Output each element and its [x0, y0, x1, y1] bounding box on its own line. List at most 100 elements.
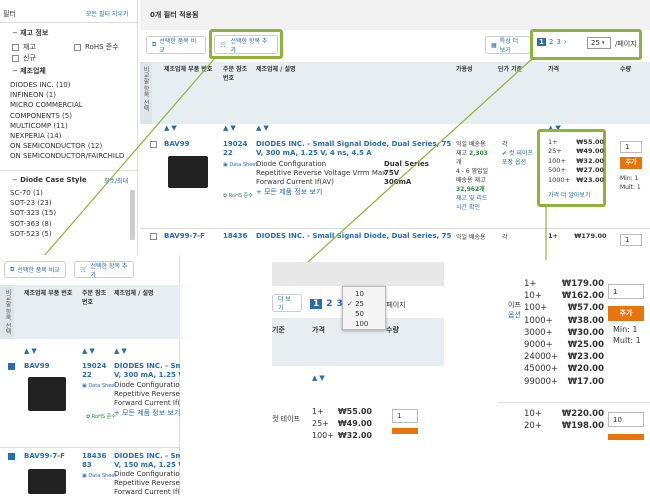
price-break-qty: 24000+ — [524, 352, 559, 363]
price-row: 20+ ₩198.00 — [524, 420, 604, 432]
price-row: 24000+ ₩23.00 — [524, 351, 604, 363]
zoom-panel-right: 이프 옵션 1+ ₩179.00 10+ ₩162.00 100+ ₩57.00 1000+… — [498, 262, 650, 494]
price-break-value: ₩17.00 — [567, 376, 604, 387]
price-row: 1+ ₩55.00 — [312, 406, 372, 418]
product-image[interactable] — [28, 377, 66, 411]
price-break-qty: 1+ — [312, 407, 324, 416]
per-page-dropdown[interactable]: 10 ✓ 25 50 100 — [342, 286, 386, 330]
view-all-info-link[interactable]: + 모든 제품 정보 보기 — [114, 408, 180, 418]
product-specs: Diode ConfigurationRepetitive Reverse Vo… — [114, 381, 180, 407]
page-1[interactable]: 1 — [310, 299, 323, 309]
product-specs: Diode ConfigurationRepetitive Reverse Vo… — [114, 470, 180, 496]
dropdown-option[interactable]: 100 — [347, 319, 385, 329]
price-break-value: ₩20.00 — [567, 364, 604, 375]
row-checkbox[interactable] — [8, 363, 15, 372]
pdf-icon: ▣ — [82, 473, 87, 479]
price-break-qty: 1000+ — [524, 315, 553, 326]
price-break-qty: 100+ — [524, 303, 548, 314]
pdf-icon: ▣ — [82, 383, 87, 389]
price-break-qty: 10+ — [524, 409, 542, 419]
price-row: 99000+ ₩17.00 — [524, 376, 604, 388]
product-image[interactable] — [28, 469, 66, 494]
price-row: 100+ ₩57.00 — [524, 302, 604, 314]
sort-arrows-icon[interactable]: ▲▼ — [114, 347, 129, 355]
price-row: 45000+ ₩20.00 — [524, 363, 604, 375]
price-break-value: ₩30.00 — [567, 327, 604, 338]
price-break-value: ₩32.00 — [337, 431, 372, 440]
product-title-link[interactable]: DIODES INC. - Small Signal Diode, Dual S… — [114, 452, 180, 470]
price-break-value: ₩179.00 — [561, 279, 604, 289]
price-break-value: ₩57.00 — [567, 303, 604, 314]
unit-label: 컷 테이프 — [272, 415, 300, 423]
price-break-value: ₩38.00 — [567, 315, 604, 326]
dropdown-option-selected[interactable]: ✓ 25 — [347, 299, 385, 309]
price-break-value: ₩23.00 — [567, 352, 604, 363]
mfr-part-link[interactable]: BAV99 — [24, 362, 49, 370]
price-break-value: ₩25.00 — [567, 340, 604, 351]
price-break-value: ₩220.00 — [561, 409, 604, 419]
price-break-value: ₩198.00 — [561, 421, 604, 432]
price-breaks: 1+ ₩179.00 10+ ₩162.00 100+ ₩57.00 1000+ ₩38.00… — [524, 278, 604, 388]
price-break-qty: 1+ — [524, 279, 537, 289]
compare-column-header: 비교할 항목 선택 — [4, 289, 11, 335]
datasheet-link[interactable]: ▣ Data Sheet — [82, 383, 116, 389]
price-break-value: ₩49.00 — [337, 419, 372, 428]
zoom-panel-left: ⧉ 선택한 품목 비교 🛒 선택한 항목 추가 비교할 항목 선택 제조업체 부품 … — [0, 255, 180, 496]
price-row: 100+ ₩32.00 — [312, 430, 372, 442]
dropdown-option[interactable]: 10 — [347, 289, 385, 299]
price-row: 3000+ ₩30.00 — [524, 327, 604, 339]
price-row: 10+ ₩220.00 — [524, 408, 604, 420]
mfr-desc-header: 제조업체 / 설명 — [114, 290, 154, 297]
price-breaks: 1+ ₩55.00 25+ ₩49.00 100+ ₩32.00 — [312, 406, 372, 442]
price-break-qty: 99000+ — [524, 376, 559, 387]
compare-button[interactable]: ⧉ 선택한 품목 비교 — [4, 261, 66, 278]
price-break-qty: 45000+ — [524, 364, 559, 375]
row-checkbox[interactable] — [8, 453, 15, 462]
unit-info: 이프 옵션 — [508, 301, 521, 319]
quantity-input[interactable]: 1 — [608, 284, 644, 299]
attributes-view-button[interactable]: 더 보기 — [272, 294, 302, 312]
mfr-part-header: 제조업체 부품 번호 — [24, 290, 73, 297]
add-to-cart-button[interactable]: 추가 — [608, 306, 644, 321]
qty-header: 수량 — [386, 326, 399, 334]
zoom-panel-middle: 더 보기 1 2 3 › /페이지 기준 가격 수량 ▲▼ 컷 테이프 1+₩5… — [272, 262, 444, 494]
product-title-link[interactable]: DIODES INC. - Small Signal Diode, Dual S… — [114, 362, 180, 380]
price-row: 25+ ₩49.00 — [312, 418, 372, 430]
price-break-qty: 25+ — [312, 419, 329, 428]
price-row: 1+ ₩179.00 — [524, 278, 604, 290]
order-code-link[interactable]: 18436 83 — [82, 452, 106, 470]
order-code-header: 주문 참조 번호 — [82, 290, 107, 306]
check-icon: ✓ — [347, 300, 356, 308]
per-page-label: /페이지 — [384, 301, 406, 309]
page-2[interactable]: 2 — [326, 299, 332, 309]
quantity-input[interactable]: 10 — [608, 412, 644, 427]
sort-arrows-icon[interactable]: ▲▼ — [24, 347, 39, 355]
price-break-value: ₩55.00 — [337, 407, 372, 416]
price-header: 가격 — [312, 326, 325, 334]
price-break-qty: 9000+ — [524, 340, 553, 351]
mfr-part-link[interactable]: BAV99-7-F — [24, 452, 65, 460]
price-break-qty: 3000+ — [524, 327, 553, 338]
sort-arrows-icon[interactable]: ▲▼ — [82, 347, 97, 355]
rohs-icon: ✿ — [86, 414, 91, 420]
min-mult-info: Min: 1 Mult: 1 — [613, 325, 641, 345]
cart-icon: 🛒 — [80, 266, 88, 273]
datasheet-link[interactable]: ▣ Data Sheet — [82, 473, 116, 479]
quantity-input[interactable]: 1 — [392, 409, 418, 423]
add-selected-button[interactable]: 🛒 선택한 항목 추가 — [74, 261, 134, 279]
price-break-qty: 20+ — [524, 421, 542, 432]
price-breaks: 10+ ₩220.00 20+ ₩198.00 — [524, 408, 604, 432]
rohs-badge: ✿ RoHS 준수 — [86, 414, 116, 420]
price-row: 9000+ ₩25.00 — [524, 339, 604, 351]
order-code-link[interactable]: 19024 22 — [82, 362, 106, 380]
sort-arrows-icon[interactable]: ▲▼ — [312, 374, 327, 382]
price-break-qty: 100+ — [312, 431, 334, 440]
unit-price-header: 기준 — [272, 326, 285, 334]
price-break-qty: 10+ — [524, 291, 542, 302]
add-to-cart-button[interactable] — [392, 428, 418, 434]
add-to-cart-button[interactable] — [608, 434, 644, 440]
compare-icon: ⧉ — [10, 265, 15, 273]
price-row: 10+ ₩162.00 — [524, 290, 604, 302]
price-row: 1000+ ₩38.00 — [524, 315, 604, 327]
dropdown-option[interactable]: 50 — [347, 309, 385, 319]
